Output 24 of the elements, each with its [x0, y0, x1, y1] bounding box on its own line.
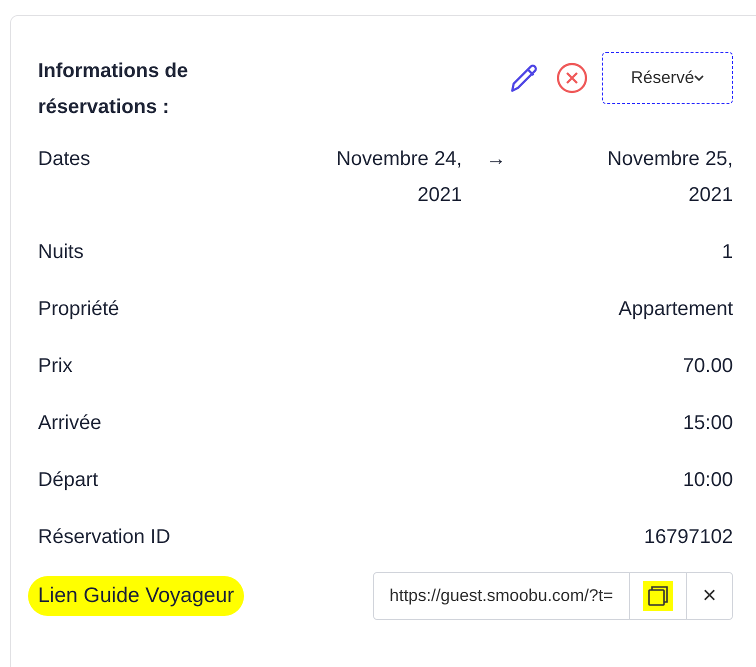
end-date: Novembre 25, 2021	[606, 147, 733, 208]
chevron-down-icon	[694, 74, 704, 82]
start-date: Novembre 24, 2021	[335, 147, 462, 208]
row-label: Nuits	[38, 240, 84, 265]
row-value: 15:00	[682, 411, 733, 436]
row-label: Arrivée	[38, 411, 102, 436]
row-value: 10:00	[682, 468, 733, 493]
close-icon[interactable]	[556, 62, 588, 94]
clear-button[interactable]: ×	[686, 573, 732, 619]
link-value: https://guest.smoobu.com/?t=	[388, 585, 614, 608]
arrow-text: →	[485, 147, 507, 172]
row-label: Dates	[38, 147, 92, 172]
section-title: Informations de réservations :	[38, 59, 190, 120]
row-label: Propriété	[38, 297, 120, 322]
row-value: 70.00	[682, 354, 733, 379]
status-dropdown[interactable]: Réservé	[602, 52, 733, 104]
row-value: Appartement	[618, 297, 733, 322]
row-value: 16797102	[644, 525, 733, 550]
row-label: Réservation ID	[38, 525, 170, 550]
row-label: Prix	[38, 354, 72, 379]
row-label: Départ	[38, 468, 98, 493]
link-field[interactable]: https://guest.smoobu.com/?t= ×	[372, 572, 733, 620]
row-value: 1	[722, 240, 733, 265]
guide-link-label: Lien Guide Voyageur	[28, 576, 244, 616]
